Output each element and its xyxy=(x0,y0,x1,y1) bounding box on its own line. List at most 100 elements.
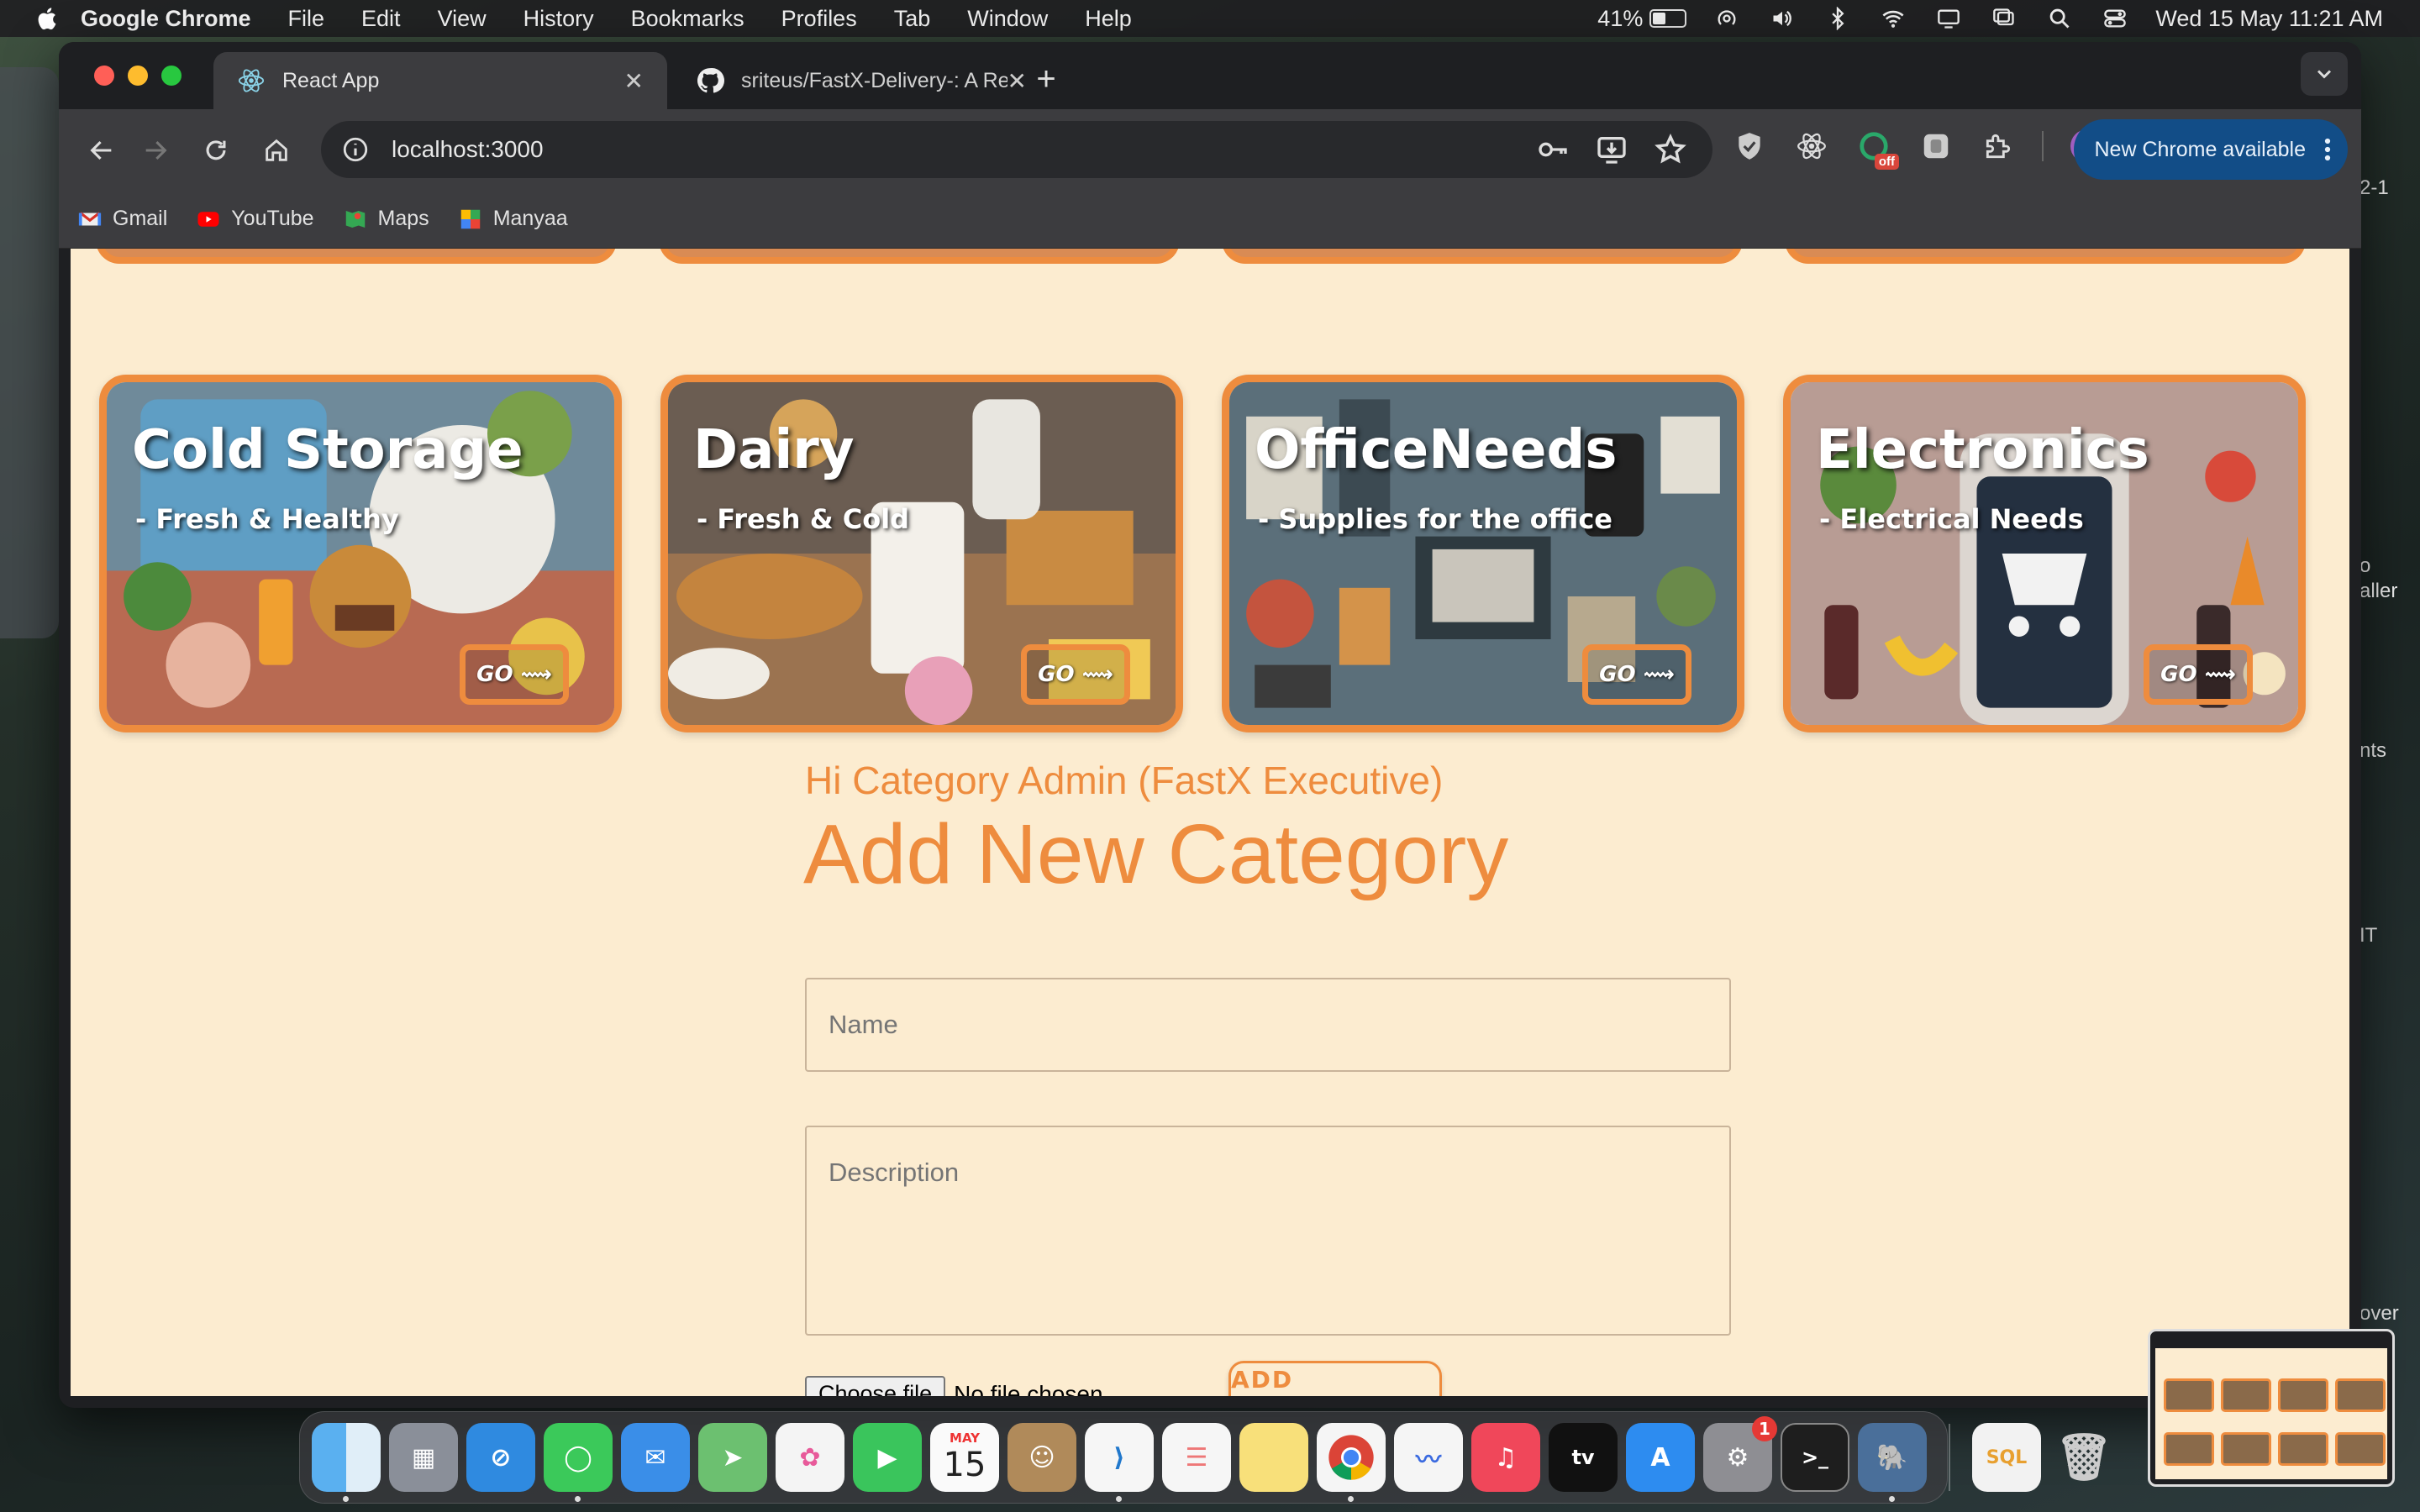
spotlight-search-icon[interactable] xyxy=(2044,7,2075,30)
bookmark-youtube[interactable]: YouTube xyxy=(196,207,314,232)
stage-manager-icon[interactable] xyxy=(1989,7,2019,30)
new-tab-button[interactable]: + xyxy=(1025,60,1067,98)
back-button[interactable] xyxy=(79,128,124,173)
thumbnail-card xyxy=(2164,1432,2214,1466)
extension-app-icon[interactable] xyxy=(1918,128,1954,165)
screenshot-thumbnail[interactable] xyxy=(2148,1329,2395,1487)
appletv-icon[interactable]: tv xyxy=(1549,1423,1618,1492)
react-devtools-icon[interactable] xyxy=(1793,128,1830,165)
thumbnail-card xyxy=(2164,1378,2214,1412)
battery-status[interactable]: 41% xyxy=(1597,6,1687,32)
settings-icon[interactable]: ⚙ 1 xyxy=(1703,1416,1777,1492)
background-text: IT xyxy=(2360,924,2378,947)
apple-menu-icon[interactable] xyxy=(35,6,57,31)
kebab-menu-icon[interactable] xyxy=(2324,137,2331,162)
minimize-window-button[interactable] xyxy=(128,66,148,86)
finder-icon[interactable] xyxy=(312,1423,381,1502)
site-info-icon[interactable] xyxy=(341,135,370,164)
calendar-icon[interactable]: MAY 15 xyxy=(930,1423,999,1492)
window-controls xyxy=(94,66,182,86)
password-key-icon[interactable] xyxy=(1536,133,1570,166)
menu-bookmarks[interactable]: Bookmarks xyxy=(631,6,744,32)
freeform-icon[interactable]: 〰 xyxy=(1394,1423,1463,1492)
bluetooth-icon[interactable] xyxy=(1823,7,1853,30)
display-icon[interactable] xyxy=(1933,7,1964,30)
forward-button[interactable] xyxy=(133,128,178,173)
wifi-icon[interactable] xyxy=(1878,7,1908,30)
tab-react-app[interactable]: React App ✕ xyxy=(213,52,667,109)
extension-off-icon[interactable]: off xyxy=(1855,128,1899,170)
vscode-icon[interactable]: ⟩ xyxy=(1085,1423,1154,1502)
mail-icon[interactable]: ✉ xyxy=(621,1423,690,1492)
close-window-button[interactable] xyxy=(94,66,114,86)
bookmark-label: Maps xyxy=(377,207,429,230)
page-viewport: Cold Storage - Fresh & Healthy GO ⟿ Dair… xyxy=(71,249,2349,1396)
bookmark-maps[interactable]: Maps xyxy=(343,207,429,232)
thumbnail-card xyxy=(2335,1378,2386,1412)
card-edge xyxy=(1222,249,1743,264)
category-card-officeneeds[interactable]: OfficeNeeds - Supplies for the office GO… xyxy=(1222,375,1744,732)
menu-help[interactable]: Help xyxy=(1085,6,1132,32)
go-button[interactable]: GO ⟿ xyxy=(2144,644,2253,705)
facetime-icon[interactable]: ▶ xyxy=(853,1423,922,1492)
category-card-electronics[interactable]: Electronics - Electrical Needs GO ⟿ xyxy=(1783,375,2306,732)
chrome-icon[interactable] xyxy=(1317,1423,1386,1502)
postgres-icon[interactable]: 🐘 xyxy=(1858,1423,1927,1502)
puzzle-extensions-icon[interactable] xyxy=(1980,128,2017,165)
terminal-icon[interactable]: >_ xyxy=(1781,1423,1849,1492)
go-button[interactable]: GO ⟿ xyxy=(1582,644,1691,705)
category-description-input[interactable] xyxy=(805,1126,1731,1336)
airdrop-icon[interactable] xyxy=(1712,7,1742,30)
safari-icon[interactable]: ⊘ xyxy=(466,1423,535,1492)
category-card-dairy[interactable]: Dairy - Fresh & Cold GO ⟿ xyxy=(660,375,1183,732)
close-tab-icon[interactable]: ✕ xyxy=(1007,67,1027,95)
category-name-input[interactable] xyxy=(805,978,1731,1072)
control-center-icon[interactable] xyxy=(2100,7,2130,30)
menu-tab[interactable]: Tab xyxy=(894,6,931,32)
new-chrome-available-button[interactable]: New Chrome available xyxy=(2074,119,2348,180)
photos-icon[interactable]: ✿ xyxy=(776,1423,844,1492)
reload-button[interactable] xyxy=(193,128,239,173)
bookmark-label: YouTube xyxy=(231,207,314,230)
choose-file-button[interactable]: Choose file xyxy=(805,1376,946,1396)
menu-file[interactable]: File xyxy=(288,6,325,32)
manyaa-icon xyxy=(460,209,480,228)
menu-window[interactable]: Window xyxy=(967,6,1048,32)
chrome-window: React App ✕ sriteus/FastX-Delivery-: A R… xyxy=(59,42,2361,1408)
go-button[interactable]: GO ⟿ xyxy=(460,644,569,705)
tab-title: sriteus/FastX-Delivery-: A Re xyxy=(741,68,1007,92)
trash-icon[interactable]: 🗑 xyxy=(2049,1423,2118,1492)
close-tab-icon[interactable]: ✕ xyxy=(624,67,644,95)
install-app-icon[interactable] xyxy=(1595,133,1628,166)
bookmark-gmail[interactable]: Gmail xyxy=(77,207,167,232)
menu-profiles[interactable]: Profiles xyxy=(781,6,857,32)
bookmark-star-icon[interactable] xyxy=(1654,133,1687,166)
menubar-clock[interactable]: Wed 15 May 11:21 AM xyxy=(2155,6,2383,32)
menu-history[interactable]: History xyxy=(523,6,594,32)
tab-search-button[interactable] xyxy=(2301,52,2348,96)
category-card-cold-storage[interactable]: Cold Storage - Fresh & Healthy GO ⟿ xyxy=(99,375,622,732)
contacts-icon[interactable]: ☺ xyxy=(1007,1423,1076,1492)
menu-view[interactable]: View xyxy=(438,6,487,32)
tab-github[interactable]: sriteus/FastX-Delivery-: A Re ✕ xyxy=(672,52,1050,109)
add-category-button[interactable]: ADD CATEGORY xyxy=(1228,1361,1442,1396)
bookmark-manyaa[interactable]: Manyaa xyxy=(458,207,568,232)
menu-app-name[interactable]: Google Chrome xyxy=(81,6,251,32)
reminders-icon[interactable]: ☰ xyxy=(1162,1423,1231,1492)
shield-extension-icon[interactable] xyxy=(1731,128,1768,165)
maps-icon[interactable]: ➤ xyxy=(698,1423,767,1492)
notes-icon[interactable] xyxy=(1239,1423,1308,1492)
go-button[interactable]: GO ⟿ xyxy=(1021,644,1130,705)
menu-edit[interactable]: Edit xyxy=(361,6,401,32)
launchpad-icon[interactable]: ▦ xyxy=(389,1423,458,1492)
sql-file-icon[interactable]: SQL xyxy=(1972,1423,2041,1492)
volume-icon[interactable] xyxy=(1767,7,1797,30)
zoom-window-button[interactable] xyxy=(161,66,182,86)
appstore-icon[interactable]: A xyxy=(1626,1423,1695,1492)
music-icon[interactable]: ♫ xyxy=(1471,1423,1540,1492)
github-icon xyxy=(696,66,724,95)
category-subtitle: - Fresh & Cold xyxy=(697,503,910,535)
home-button[interactable] xyxy=(254,128,299,173)
address-bar[interactable]: localhost:3000 xyxy=(321,121,1712,178)
messages-icon[interactable]: ◯ xyxy=(544,1423,613,1502)
